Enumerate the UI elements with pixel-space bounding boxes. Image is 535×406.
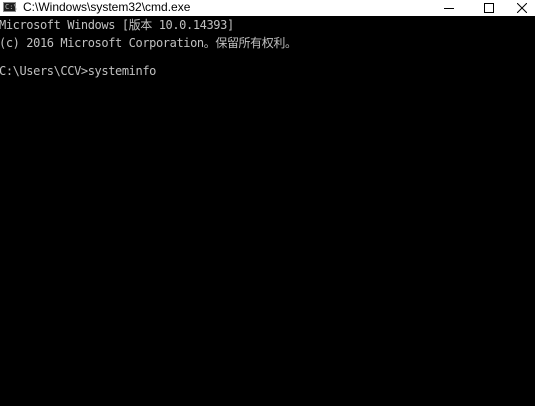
maximize-icon	[484, 3, 494, 13]
console-line-version: Microsoft Windows [版本 10.0.14393]	[0, 18, 234, 32]
cmd-window: C:\ C:\Windows\system32\cmd.exe Microsof…	[0, 0, 535, 406]
window-title: C:\Windows\system32\cmd.exe	[23, 0, 191, 14]
minimize-icon	[444, 8, 454, 9]
cmd-icon[interactable]: C:\	[3, 2, 18, 12]
console-output[interactable]: Microsoft Windows [版本 10.0.14393] (c) 20…	[0, 16, 535, 406]
minimize-button[interactable]	[429, 0, 469, 16]
console-line-copyright: (c) 2016 Microsoft Corporation。保留所有权利。	[0, 36, 297, 50]
console-line-command[interactable]: C:\Users\CCV>systeminfo	[0, 64, 156, 78]
close-icon	[517, 3, 527, 13]
title-bar[interactable]: C:\ C:\Windows\system32\cmd.exe	[0, 0, 535, 16]
cmd-icon-glyph: C:\	[5, 3, 18, 11]
close-button[interactable]	[502, 0, 535, 16]
